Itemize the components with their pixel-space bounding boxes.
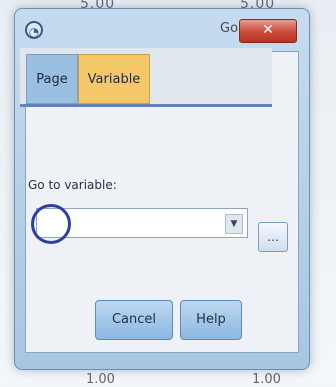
tab-strip: Page Variable (20, 48, 272, 107)
close-button[interactable]: ✕ (239, 19, 297, 43)
background-text-bottom-right: 1.00 (252, 372, 281, 387)
chevron-down-icon[interactable]: ▼ (225, 214, 243, 234)
background-text-bottom-left: 1.00 (86, 372, 115, 387)
tab-variable[interactable]: Variable (78, 54, 150, 104)
close-icon: ✕ (262, 22, 274, 38)
tab-page[interactable]: Page (26, 54, 78, 104)
go-to-variable-label: Go to variable: (28, 178, 117, 192)
app-icon: ◔ (25, 21, 43, 39)
cancel-button[interactable]: Cancel (95, 300, 173, 340)
highlight-circle (31, 204, 71, 244)
titlebar: ◔ Go To ✕ (15, 9, 309, 51)
help-button[interactable]: Help (180, 300, 242, 340)
browse-button[interactable]: … (258, 222, 288, 252)
variable-combobox[interactable]: ▼ (31, 204, 248, 244)
